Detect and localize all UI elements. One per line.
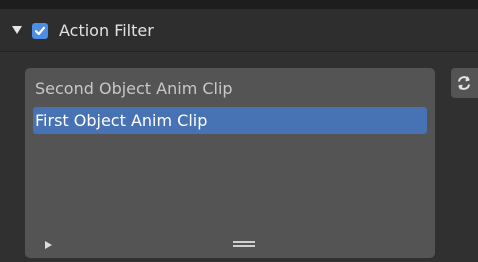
- play-arrow-icon[interactable]: [45, 241, 52, 249]
- action-filter-panel-root: Action Filter Second Object Anim Clip Fi…: [0, 0, 478, 262]
- action-list[interactable]: Second Object Anim Clip First Object Ani…: [25, 68, 435, 258]
- refresh-button[interactable]: [451, 68, 478, 98]
- list-item-selected[interactable]: First Object Anim Clip: [33, 107, 427, 134]
- panel-header[interactable]: Action Filter: [0, 9, 478, 52]
- list-item[interactable]: Second Object Anim Clip: [33, 75, 427, 102]
- refresh-icon: [458, 76, 470, 90]
- checkmark-icon: [34, 26, 46, 36]
- action-filter-enabled-checkbox[interactable]: [32, 23, 48, 39]
- expand-arrow-icon[interactable]: [12, 26, 22, 34]
- resize-grip-icon[interactable]: [233, 240, 255, 248]
- panel-title: Action Filter: [59, 21, 154, 40]
